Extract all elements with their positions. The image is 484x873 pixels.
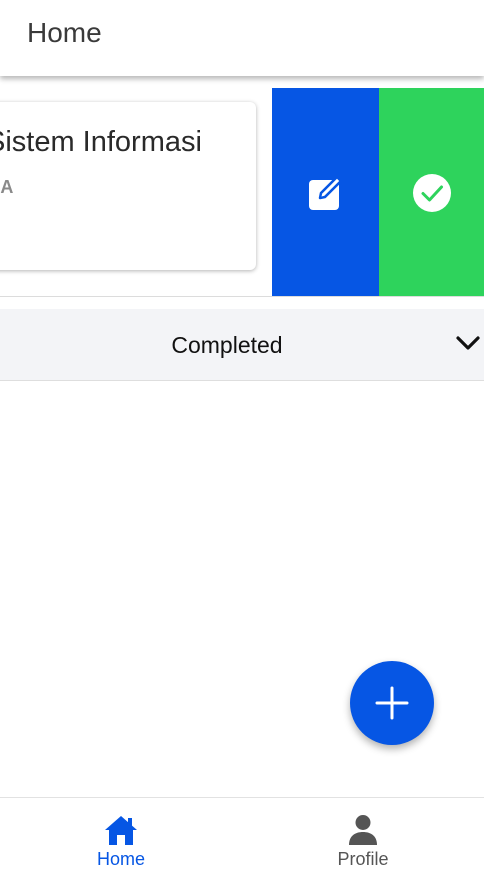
page-title: Home [27, 17, 102, 48]
app-header: Home [0, 0, 484, 76]
nav-item-home[interactable]: Home [0, 798, 242, 873]
complete-action-button[interactable] [379, 88, 484, 297]
app-screen: Home Sistem Informasi s A Completed [0, 0, 484, 873]
plus-icon [375, 686, 409, 720]
nav-item-profile[interactable]: Profile [242, 798, 484, 873]
task-card[interactable]: Sistem Informasi s A [0, 102, 256, 270]
completed-section-toggle[interactable]: Completed [0, 309, 484, 381]
chevron-down-icon[interactable] [455, 334, 481, 352]
list-divider [0, 296, 484, 297]
check-circle-icon [412, 173, 451, 212]
nav-label-home: Home [96, 849, 145, 869]
task-list-item[interactable]: Sistem Informasi s A [0, 88, 484, 297]
edit-action-button[interactable] [272, 88, 379, 297]
add-task-button[interactable] [350, 661, 434, 745]
task-title: Sistem Informasi [0, 126, 202, 158]
home-icon [105, 816, 137, 845]
nav-label-profile: Profile [337, 849, 389, 869]
completed-section-label: Completed [171, 332, 283, 358]
person-icon [349, 815, 377, 845]
edit-square-icon [308, 175, 342, 210]
task-subtitle: s A [0, 177, 14, 197]
bottom-navigation: Home Profile [0, 797, 484, 873]
